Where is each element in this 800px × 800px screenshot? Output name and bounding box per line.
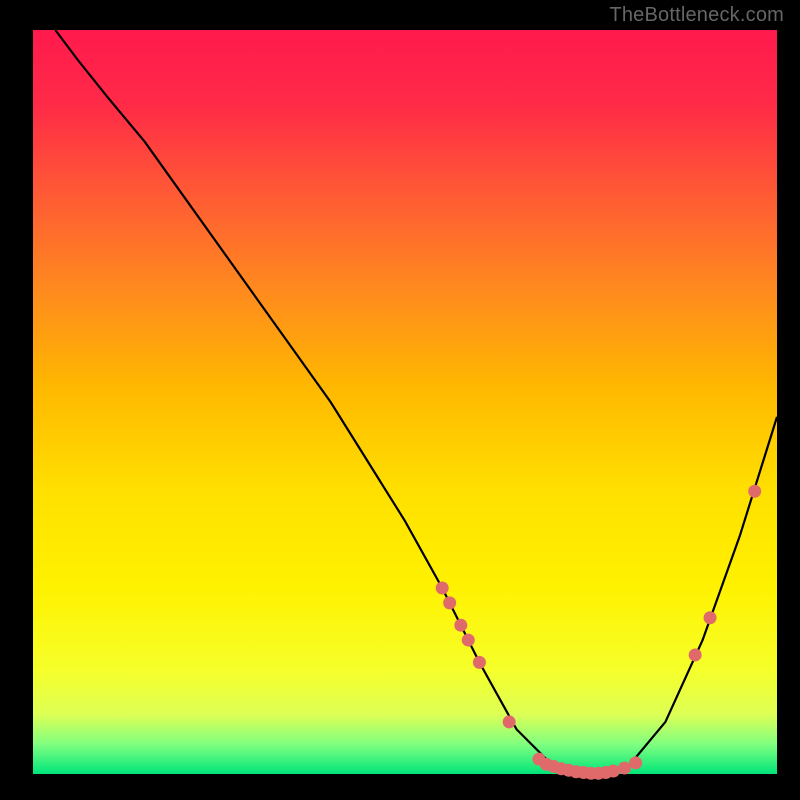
highlight-dots-point — [689, 648, 702, 661]
highlight-dots-point — [607, 765, 620, 778]
highlight-dots-point — [443, 596, 456, 609]
highlight-dots-point — [436, 582, 449, 595]
highlight-dots-point — [748, 485, 761, 498]
highlight-dots-point — [704, 611, 717, 624]
highlight-dots-point — [629, 756, 642, 769]
bottleneck-chart — [0, 0, 800, 800]
highlight-dots-point — [618, 762, 631, 775]
highlight-dots-point — [473, 656, 486, 669]
highlight-dots-point — [503, 715, 516, 728]
highlight-dots-point — [454, 619, 467, 632]
highlight-dots-point — [462, 634, 475, 647]
